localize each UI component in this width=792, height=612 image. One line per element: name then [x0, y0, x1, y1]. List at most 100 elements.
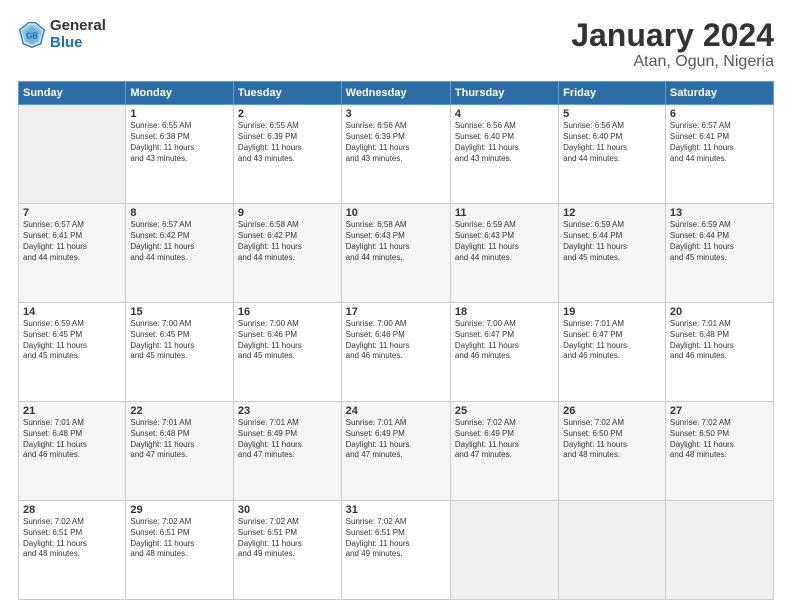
day-number: 15 — [130, 306, 229, 318]
day-info: Sunrise: 7:01 AM Sunset: 6:48 PM Dayligh… — [23, 418, 121, 461]
calendar-cell: 12Sunrise: 6:59 AM Sunset: 6:44 PM Dayli… — [559, 204, 666, 303]
calendar-cell: 2Sunrise: 6:55 AM Sunset: 6:39 PM Daylig… — [233, 105, 341, 204]
day-info: Sunrise: 6:57 AM Sunset: 6:42 PM Dayligh… — [130, 220, 229, 263]
day-number: 30 — [238, 504, 337, 516]
calendar-cell: 20Sunrise: 7:01 AM Sunset: 6:48 PM Dayli… — [665, 303, 773, 402]
day-number: 24 — [346, 405, 446, 417]
calendar-cell: 15Sunrise: 7:00 AM Sunset: 6:45 PM Dayli… — [126, 303, 234, 402]
day-number: 14 — [23, 306, 121, 318]
calendar-week-3: 14Sunrise: 6:59 AM Sunset: 6:45 PM Dayli… — [19, 303, 774, 402]
day-number: 31 — [346, 504, 446, 516]
day-number: 13 — [670, 207, 769, 219]
day-info: Sunrise: 6:58 AM Sunset: 6:42 PM Dayligh… — [238, 220, 337, 263]
header: GB General Blue January 2024 Atan, Ogun,… — [18, 18, 774, 71]
col-sunday: Sunday — [19, 82, 126, 105]
day-number: 8 — [130, 207, 229, 219]
calendar-cell: 18Sunrise: 7:00 AM Sunset: 6:47 PM Dayli… — [450, 303, 558, 402]
day-info: Sunrise: 6:56 AM Sunset: 6:40 PM Dayligh… — [455, 121, 554, 164]
day-info: Sunrise: 7:02 AM Sunset: 6:50 PM Dayligh… — [670, 418, 769, 461]
day-info: Sunrise: 7:02 AM Sunset: 6:51 PM Dayligh… — [23, 517, 121, 560]
day-info: Sunrise: 7:01 AM Sunset: 6:48 PM Dayligh… — [130, 418, 229, 461]
calendar-cell — [665, 501, 773, 600]
day-info: Sunrise: 6:57 AM Sunset: 6:41 PM Dayligh… — [23, 220, 121, 263]
day-number: 26 — [563, 405, 661, 417]
calendar-subtitle: Atan, Ogun, Nigeria — [571, 53, 774, 71]
day-number: 11 — [455, 207, 554, 219]
col-tuesday: Tuesday — [233, 82, 341, 105]
calendar-cell: 8Sunrise: 6:57 AM Sunset: 6:42 PM Daylig… — [126, 204, 234, 303]
calendar-table: Sunday Monday Tuesday Wednesday Thursday… — [18, 81, 774, 600]
day-info: Sunrise: 6:59 AM Sunset: 6:44 PM Dayligh… — [670, 220, 769, 263]
calendar-cell: 9Sunrise: 6:58 AM Sunset: 6:42 PM Daylig… — [233, 204, 341, 303]
col-monday: Monday — [126, 82, 234, 105]
calendar-week-1: 1Sunrise: 6:55 AM Sunset: 6:38 PM Daylig… — [19, 105, 774, 204]
day-number: 4 — [455, 108, 554, 120]
day-info: Sunrise: 6:55 AM Sunset: 6:39 PM Dayligh… — [238, 121, 337, 164]
day-number: 25 — [455, 405, 554, 417]
day-info: Sunrise: 7:02 AM Sunset: 6:51 PM Dayligh… — [238, 517, 337, 560]
day-number: 28 — [23, 504, 121, 516]
day-info: Sunrise: 7:02 AM Sunset: 6:51 PM Dayligh… — [130, 517, 229, 560]
day-number: 18 — [455, 306, 554, 318]
calendar-cell: 1Sunrise: 6:55 AM Sunset: 6:38 PM Daylig… — [126, 105, 234, 204]
page: GB General Blue January 2024 Atan, Ogun,… — [0, 0, 792, 612]
calendar-cell: 22Sunrise: 7:01 AM Sunset: 6:48 PM Dayli… — [126, 402, 234, 501]
calendar-cell: 26Sunrise: 7:02 AM Sunset: 6:50 PM Dayli… — [559, 402, 666, 501]
col-saturday: Saturday — [665, 82, 773, 105]
calendar-cell: 30Sunrise: 7:02 AM Sunset: 6:51 PM Dayli… — [233, 501, 341, 600]
calendar-cell: 28Sunrise: 7:02 AM Sunset: 6:51 PM Dayli… — [19, 501, 126, 600]
day-info: Sunrise: 6:57 AM Sunset: 6:41 PM Dayligh… — [670, 121, 769, 164]
svg-text:GB: GB — [26, 31, 38, 40]
calendar-cell: 7Sunrise: 6:57 AM Sunset: 6:41 PM Daylig… — [19, 204, 126, 303]
day-info: Sunrise: 7:01 AM Sunset: 6:47 PM Dayligh… — [563, 319, 661, 362]
logo: GB General Blue — [18, 18, 106, 51]
calendar-cell: 11Sunrise: 6:59 AM Sunset: 6:43 PM Dayli… — [450, 204, 558, 303]
day-info: Sunrise: 7:00 AM Sunset: 6:47 PM Dayligh… — [455, 319, 554, 362]
calendar-week-4: 21Sunrise: 7:01 AM Sunset: 6:48 PM Dayli… — [19, 402, 774, 501]
day-number: 3 — [346, 108, 446, 120]
calendar-week-5: 28Sunrise: 7:02 AM Sunset: 6:51 PM Dayli… — [19, 501, 774, 600]
day-number: 7 — [23, 207, 121, 219]
day-info: Sunrise: 6:55 AM Sunset: 6:38 PM Dayligh… — [130, 121, 229, 164]
calendar-week-2: 7Sunrise: 6:57 AM Sunset: 6:41 PM Daylig… — [19, 204, 774, 303]
day-number: 1 — [130, 108, 229, 120]
day-info: Sunrise: 6:59 AM Sunset: 6:43 PM Dayligh… — [455, 220, 554, 263]
calendar-cell: 19Sunrise: 7:01 AM Sunset: 6:47 PM Dayli… — [559, 303, 666, 402]
calendar-header: Sunday Monday Tuesday Wednesday Thursday… — [19, 82, 774, 105]
calendar-cell: 25Sunrise: 7:02 AM Sunset: 6:49 PM Dayli… — [450, 402, 558, 501]
calendar-cell: 23Sunrise: 7:01 AM Sunset: 6:49 PM Dayli… — [233, 402, 341, 501]
day-number: 17 — [346, 306, 446, 318]
day-number: 29 — [130, 504, 229, 516]
day-number: 27 — [670, 405, 769, 417]
day-info: Sunrise: 6:56 AM Sunset: 6:40 PM Dayligh… — [563, 121, 661, 164]
day-number: 9 — [238, 207, 337, 219]
day-number: 21 — [23, 405, 121, 417]
calendar-cell — [450, 501, 558, 600]
day-number: 2 — [238, 108, 337, 120]
day-info: Sunrise: 7:00 AM Sunset: 6:45 PM Dayligh… — [130, 319, 229, 362]
calendar-cell: 17Sunrise: 7:00 AM Sunset: 6:46 PM Dayli… — [341, 303, 450, 402]
day-info: Sunrise: 7:02 AM Sunset: 6:51 PM Dayligh… — [346, 517, 446, 560]
day-number: 20 — [670, 306, 769, 318]
day-info: Sunrise: 7:02 AM Sunset: 6:49 PM Dayligh… — [455, 418, 554, 461]
calendar-cell: 21Sunrise: 7:01 AM Sunset: 6:48 PM Dayli… — [19, 402, 126, 501]
calendar-cell: 3Sunrise: 6:56 AM Sunset: 6:39 PM Daylig… — [341, 105, 450, 204]
day-number: 16 — [238, 306, 337, 318]
col-friday: Friday — [559, 82, 666, 105]
day-info: Sunrise: 7:00 AM Sunset: 6:46 PM Dayligh… — [346, 319, 446, 362]
col-wednesday: Wednesday — [341, 82, 450, 105]
title-block: January 2024 Atan, Ogun, Nigeria — [571, 18, 774, 71]
calendar-title: January 2024 — [571, 18, 774, 53]
col-thursday: Thursday — [450, 82, 558, 105]
day-number: 12 — [563, 207, 661, 219]
day-info: Sunrise: 6:56 AM Sunset: 6:39 PM Dayligh… — [346, 121, 446, 164]
calendar-cell: 13Sunrise: 6:59 AM Sunset: 6:44 PM Dayli… — [665, 204, 773, 303]
day-number: 5 — [563, 108, 661, 120]
logo-blue-text: Blue — [50, 35, 106, 52]
day-info: Sunrise: 6:58 AM Sunset: 6:43 PM Dayligh… — [346, 220, 446, 263]
logo-text: General Blue — [50, 18, 106, 51]
calendar-cell: 31Sunrise: 7:02 AM Sunset: 6:51 PM Dayli… — [341, 501, 450, 600]
header-row: Sunday Monday Tuesday Wednesday Thursday… — [19, 82, 774, 105]
calendar-cell: 24Sunrise: 7:01 AM Sunset: 6:49 PM Dayli… — [341, 402, 450, 501]
day-info: Sunrise: 6:59 AM Sunset: 6:44 PM Dayligh… — [563, 220, 661, 263]
